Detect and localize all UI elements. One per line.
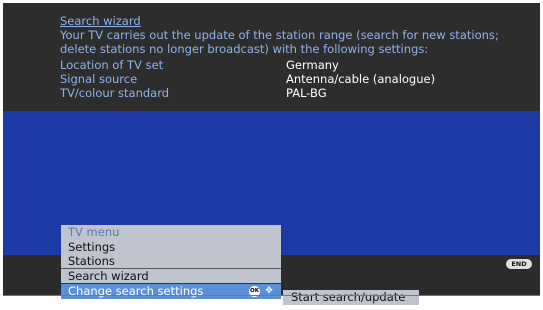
setting-value: Antenna/cable (analogue) <box>286 72 436 86</box>
info-panel: Search wizard Your TV carries out the up… <box>3 3 540 111</box>
menu-item-settings[interactable]: Settings <box>61 240 281 254</box>
setting-label: TV/colour standard <box>60 86 170 100</box>
menu-header: TV menu <box>68 225 120 239</box>
divider <box>3 295 540 296</box>
end-key-icon[interactable]: END <box>506 259 532 269</box>
tv-menu: TV menu Settings Stations Search wizard … <box>61 225 281 299</box>
setting-label: Location of TV set <box>60 58 164 72</box>
setting-value: PAL-BG <box>286 86 327 100</box>
menu-item-stations[interactable]: Stations <box>61 254 281 268</box>
wizard-title: Search wizard <box>60 14 141 28</box>
setting-label: Signal source <box>60 72 138 86</box>
menu-item-change-search-settings[interactable]: Change search settings OK ✥ <box>61 283 281 299</box>
wizard-description: Your TV carries out the update of the st… <box>60 28 499 56</box>
submenu-label: Start search/update <box>291 290 406 304</box>
submenu-start-search[interactable]: Start search/update <box>283 290 419 305</box>
menu-item-search-wizard[interactable]: Search wizard <box>61 268 281 283</box>
setting-value: Germany <box>286 58 339 72</box>
